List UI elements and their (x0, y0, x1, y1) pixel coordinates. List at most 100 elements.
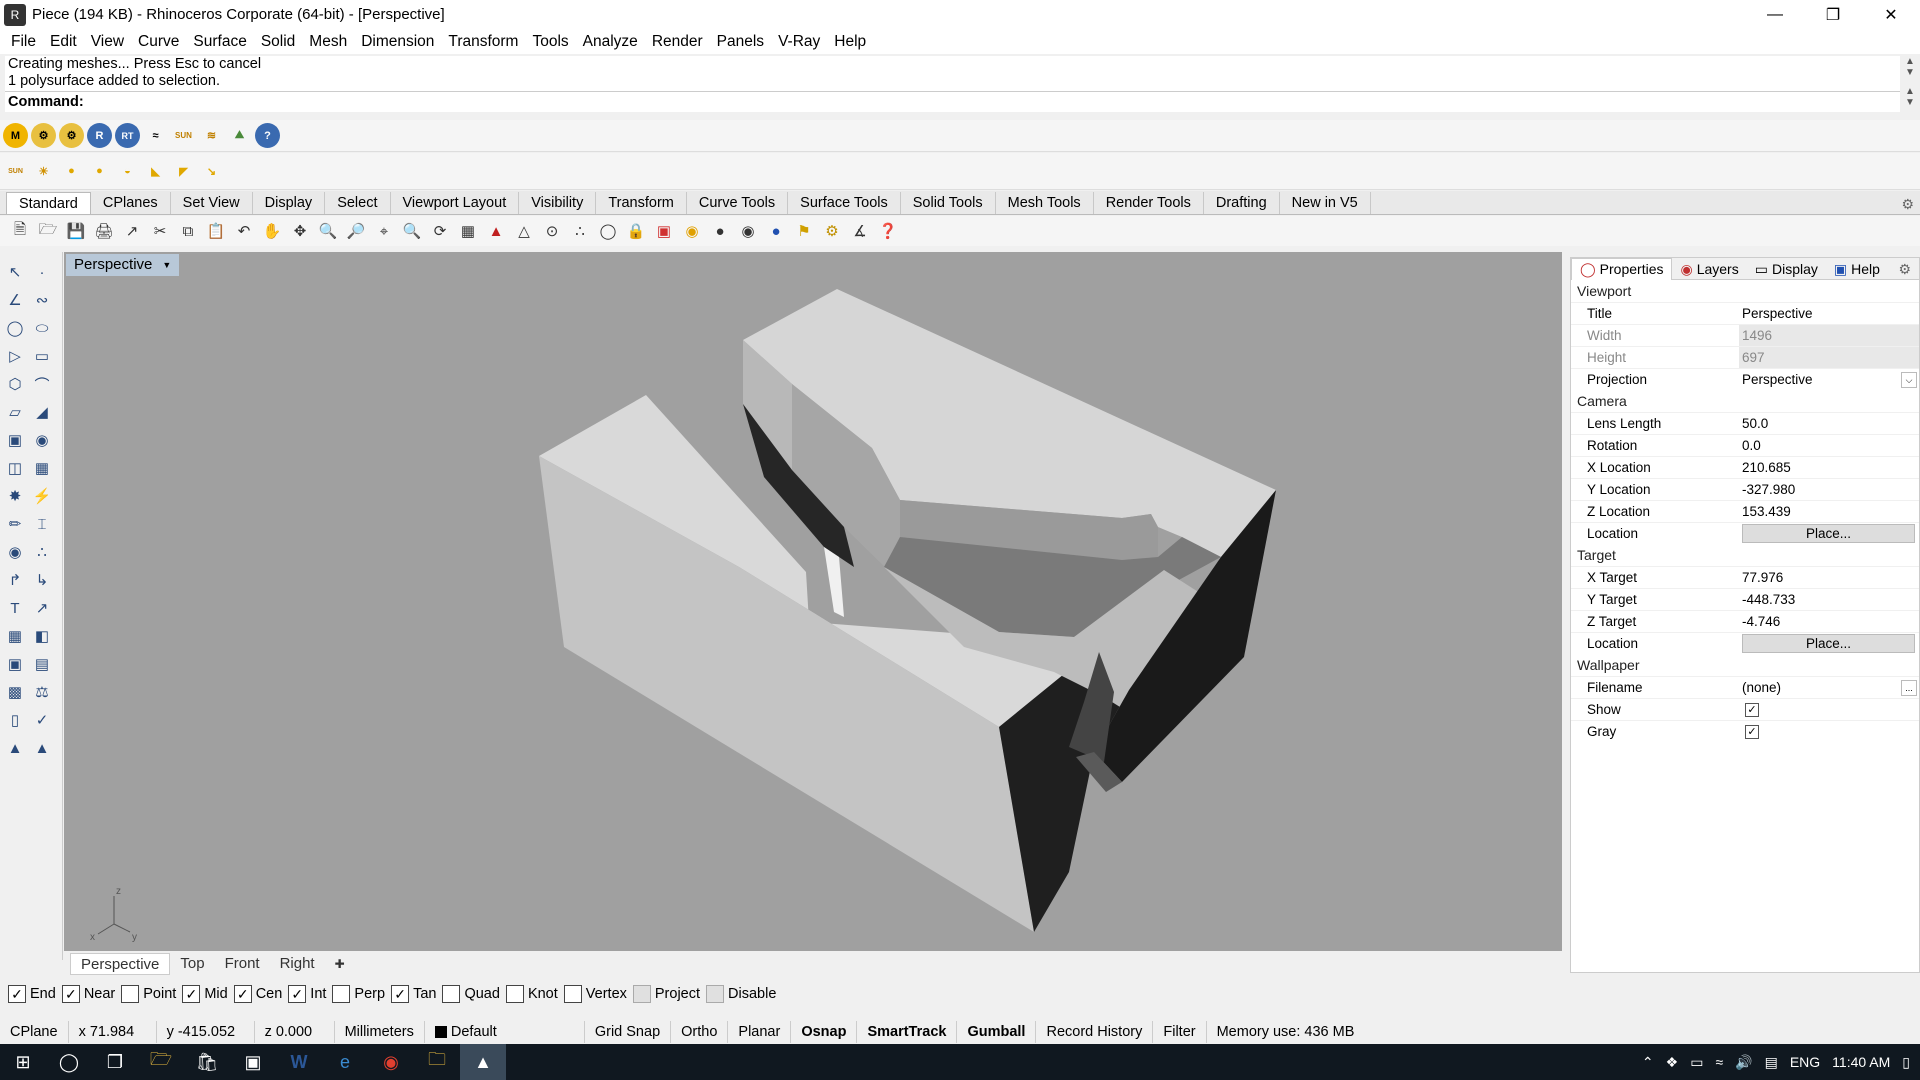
ies-light-icon[interactable]: ◤ (171, 159, 196, 184)
status-filter[interactable]: Filter (1153, 1021, 1207, 1043)
folder-icon[interactable]: 🗀 (414, 1044, 460, 1080)
lock-icon[interactable]: 🔒 (624, 219, 648, 243)
tab-drafting[interactable]: Drafting (1204, 192, 1280, 214)
minimize-button[interactable]: — (1746, 0, 1804, 29)
file-explorer-icon[interactable]: 🗁 (138, 1044, 184, 1080)
tab-solid-tools[interactable]: Solid Tools (901, 192, 996, 214)
osnap-project-checkbox[interactable] (632, 985, 651, 1003)
polygon-icon[interactable]: ⬡ (3, 372, 27, 396)
maximize-button[interactable]: ❐ (1804, 0, 1862, 29)
status-layer[interactable]: Default (425, 1021, 585, 1043)
network-icon[interactable]: ≈ (1715, 1054, 1723, 1070)
arc-icon[interactable]: ▷ (3, 344, 27, 368)
circle-icon[interactable]: ◯ (3, 316, 27, 340)
chrome-icon[interactable]: ◉ (368, 1044, 414, 1080)
select-points-icon[interactable]: ⊙ (540, 219, 564, 243)
tab-top[interactable]: Top (170, 953, 214, 975)
tab-curve-tools[interactable]: Curve Tools (687, 192, 789, 214)
sphere-light-icon[interactable]: ● (87, 159, 112, 184)
command-scrollbar[interactable]: ▲ ▼ ▲ ▼ (1900, 56, 1920, 112)
polyline-icon[interactable]: ∠ (3, 288, 27, 312)
ellipse-icon[interactable]: ⬭ (30, 316, 54, 340)
browse-button[interactable]: ... (1901, 680, 1917, 696)
vray-render-icon[interactable]: R (87, 123, 112, 148)
box-icon[interactable]: ▣ (3, 428, 27, 452)
split-icon[interactable]: ✏ (3, 512, 27, 536)
layer-icon[interactable]: ▣ (652, 219, 676, 243)
osnap-near[interactable]: ✓ Near (61, 985, 115, 1003)
menu-surface[interactable]: Surface (186, 33, 253, 51)
status-planar[interactable]: Planar (728, 1021, 792, 1043)
paste-icon[interactable]: 📋 (204, 219, 228, 243)
osnap-perp-checkbox[interactable] (332, 985, 351, 1003)
menu-view[interactable]: View (84, 33, 131, 51)
osnap-int-checkbox[interactable]: ✓ (288, 985, 307, 1003)
gray-checkbox[interactable]: ✓ (1745, 725, 1759, 739)
close-button[interactable]: ✕ (1862, 0, 1920, 29)
fillet-curve-icon[interactable]: ⌒ (30, 372, 54, 396)
rect-light-icon[interactable]: ◣ (143, 159, 168, 184)
spot-light-icon[interactable]: ☀ (31, 159, 56, 184)
status-ortho[interactable]: Ortho (671, 1021, 729, 1043)
osnap-disable-checkbox[interactable] (706, 985, 725, 1003)
menu-solid[interactable]: Solid (254, 33, 302, 51)
tab-display-panel[interactable]: ▭ Display (1747, 258, 1826, 280)
menu-analyze[interactable]: Analyze (576, 33, 645, 51)
tab-new-in-v5[interactable]: New in V5 (1280, 192, 1371, 214)
menu-tools[interactable]: Tools (525, 33, 575, 51)
menu-dimension[interactable]: Dimension (354, 33, 441, 51)
dome-light-icon[interactable]: ◒ (115, 159, 140, 184)
cut-icon[interactable]: ✂ (148, 219, 172, 243)
directional-light-icon[interactable]: ↘ (199, 159, 224, 184)
boolean-icon[interactable]: ◉ (30, 428, 54, 452)
grid-array-icon[interactable]: ▩ (3, 680, 27, 704)
zoom-extents-icon[interactable]: ⌖ (372, 219, 396, 243)
tab-cplanes[interactable]: CPlanes (91, 192, 171, 214)
rotate-view-icon[interactable]: ⟳ (428, 219, 452, 243)
status-osnap[interactable]: Osnap (791, 1021, 858, 1043)
menu-file[interactable]: File (4, 33, 43, 51)
menu-vray[interactable]: V-Ray (771, 33, 827, 51)
sun-light-icon[interactable]: SUN (3, 159, 28, 184)
vray-rt-icon[interactable]: RT (115, 123, 140, 148)
vray-fur-icon[interactable]: ⛰ (227, 123, 252, 148)
perspective-viewport[interactable]: Perspective ▼ z x y (64, 252, 1562, 951)
tab-front[interactable]: Front (215, 953, 270, 975)
menu-render[interactable]: Render (645, 33, 710, 51)
show-checkbox[interactable]: ✓ (1745, 703, 1759, 717)
tab-display[interactable]: Display (253, 192, 326, 214)
osnap-mid-checkbox[interactable]: ✓ (182, 985, 201, 1003)
chevron-down-icon[interactable]: ⌵ (1901, 372, 1917, 388)
prop-lens-field[interactable]: 50.0 (1739, 413, 1919, 434)
osnap-cen-checkbox[interactable]: ✓ (233, 985, 252, 1003)
prop-filename-field[interactable]: (none)... (1739, 677, 1919, 698)
settings-gear-icon[interactable]: ⚙ (820, 219, 844, 243)
array-icon[interactable]: ▦ (3, 624, 27, 648)
zoom-selected-icon[interactable]: 🔍 (400, 219, 424, 243)
light-bulb-icon[interactable]: ◯ (596, 219, 620, 243)
select-arrow-icon[interactable]: ↖ (3, 260, 27, 284)
wireframe-car-icon[interactable]: △ (512, 219, 536, 243)
word-icon[interactable]: W (276, 1044, 322, 1080)
color-wheel-icon[interactable]: ◉ (680, 219, 704, 243)
tab-viewport-layout[interactable]: Viewport Layout (391, 192, 520, 214)
render-sphere-icon[interactable]: ◉ (736, 219, 760, 243)
panel-gear-icon[interactable]: ⚙ (1890, 258, 1919, 280)
status-gumball[interactable]: Gumball (957, 1021, 1037, 1043)
four-views-icon[interactable]: ▦ (456, 219, 480, 243)
material-sphere-icon[interactable]: ● (708, 219, 732, 243)
gear-icon[interactable]: ⚙ (1901, 196, 1914, 213)
explode-icon[interactable]: ✸ (3, 484, 27, 508)
show-desktop-icon[interactable]: ▯ (1902, 1054, 1910, 1071)
vray-sun-icon[interactable]: SUN (171, 123, 196, 148)
vray-light-icon[interactable]: ≋ (199, 123, 224, 148)
status-cplane[interactable]: CPlane (0, 1021, 69, 1043)
prop-projection-select[interactable]: Perspective ⌵ (1739, 369, 1919, 390)
menu-transform[interactable]: Transform (441, 33, 525, 51)
copy-icon[interactable]: ⧉ (176, 219, 200, 243)
dropbox-icon[interactable]: ❖ (1666, 1054, 1679, 1071)
menu-panels[interactable]: Panels (710, 33, 771, 51)
place-target-button[interactable]: Place... (1742, 634, 1915, 653)
shaded-car-icon[interactable]: ▲ (484, 219, 508, 243)
dimension-ruler-icon[interactable]: ▤ (30, 652, 54, 676)
